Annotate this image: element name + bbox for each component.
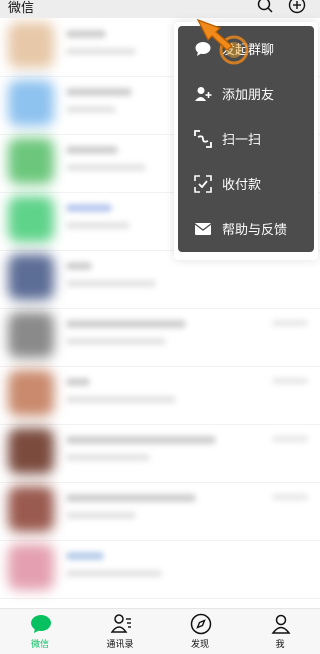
avatar — [8, 428, 54, 474]
list-item[interactable] — [0, 424, 320, 483]
blurred-text — [66, 436, 216, 444]
blurred-text — [66, 570, 162, 577]
blurred-text — [66, 338, 166, 345]
scan-icon — [194, 130, 212, 148]
blurred-text — [66, 494, 196, 502]
list-item[interactable] — [0, 366, 320, 425]
tab-discover[interactable]: 发现 — [160, 609, 240, 654]
blurred-text — [66, 512, 136, 519]
tab-me[interactable]: 我 — [240, 609, 320, 654]
search-icon[interactable] — [256, 0, 274, 14]
blurred-text — [66, 222, 130, 229]
list-item[interactable] — [0, 482, 320, 541]
tab-label: 微信 — [30, 640, 49, 650]
avatar — [8, 196, 54, 242]
menu-item-scan[interactable]: 扫一扫 — [178, 116, 314, 161]
chat-icon — [30, 613, 52, 635]
blurred-text — [66, 378, 90, 386]
menu-item-label: 帮助与反馈 — [222, 223, 288, 238]
blurred-text — [66, 552, 104, 560]
list-item[interactable] — [0, 308, 320, 367]
blurred-text — [66, 320, 186, 328]
blurred-text — [66, 454, 150, 461]
timestamp — [272, 320, 308, 326]
list-item[interactable] — [0, 540, 320, 599]
timestamp — [272, 436, 308, 442]
menu-item-payment[interactable]: 收付款 — [178, 161, 314, 206]
pointer-arrow-icon — [196, 10, 256, 70]
blurred-text — [66, 106, 116, 113]
mail-icon — [194, 220, 212, 238]
plus-circle-icon[interactable] — [288, 0, 306, 14]
blurred-text — [66, 396, 176, 403]
avatar — [8, 138, 54, 184]
menu-item-help-feedback[interactable]: 帮助与反馈 — [178, 206, 314, 251]
contacts-icon — [110, 613, 132, 635]
blurred-text — [66, 280, 156, 287]
avatar — [8, 80, 54, 126]
bottom-nav: 微信 通讯录 发现 我 — [0, 608, 320, 654]
avatar — [8, 370, 54, 416]
avatar — [8, 312, 54, 358]
timestamp — [272, 378, 308, 384]
blurred-text — [66, 262, 92, 270]
tab-label: 我 — [275, 640, 285, 650]
avatar — [8, 22, 54, 68]
menu-item-label: 添加朋友 — [222, 88, 275, 103]
blurred-text — [66, 48, 136, 55]
top-bar: 微信 — [0, 0, 320, 18]
blurred-text — [66, 146, 118, 154]
blurred-text — [66, 204, 112, 212]
blurred-text — [66, 164, 146, 171]
avatar — [8, 254, 54, 300]
compass-icon — [190, 613, 212, 635]
blurred-text — [66, 30, 106, 38]
tab-label: 发现 — [190, 640, 209, 650]
person-icon — [270, 613, 292, 635]
timestamp — [272, 494, 308, 500]
menu-item-label: 扫一扫 — [222, 133, 262, 148]
avatar — [8, 544, 54, 590]
add-friend-icon — [194, 85, 212, 103]
page-title: 微信 — [8, 1, 35, 16]
tab-contacts[interactable]: 通讯录 — [80, 609, 160, 654]
avatar — [8, 486, 54, 532]
menu-item-label: 收付款 — [222, 178, 262, 193]
tab-chats[interactable]: 微信 — [0, 609, 80, 654]
tab-label: 通讯录 — [106, 640, 134, 650]
payment-icon — [194, 175, 212, 193]
menu-item-add-friend[interactable]: 添加朋友 — [178, 71, 314, 116]
blurred-text — [66, 88, 132, 96]
